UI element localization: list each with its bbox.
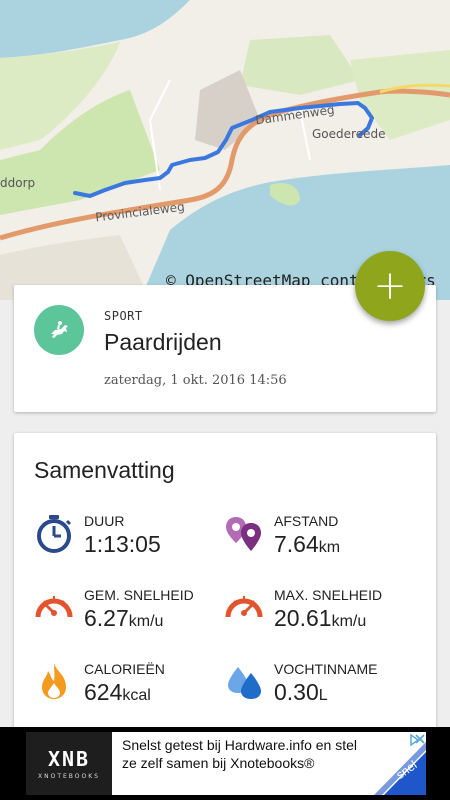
stat-label: DUUR [84,513,125,529]
stat-value: 20.61km/u [274,605,367,631]
sport-date: zaterdag, 1 okt. 2016 14:56 [104,373,287,388]
flame-icon [42,663,66,699]
stat-value: 6.27km/u [84,605,164,631]
plus-icon: + [373,263,407,309]
map-pins-icon [226,517,261,551]
water-drops-icon [228,667,261,699]
stat-value: 624kcal [84,679,151,705]
ad-close-icon[interactable] [414,733,426,745]
stat-value: 7.64km [274,531,341,557]
town-label-ouddorp: ddorp [0,176,36,190]
stat-label: VOCHTINNAME [274,661,378,677]
ad-logo: XNB XNOTEBOOKS [26,732,112,795]
speedometer-max-icon [225,596,263,618]
stopwatch-icon [37,515,72,553]
stat-value: 0.30L [274,679,328,705]
stat-label: MAX. SNELHEID [274,587,383,603]
ad-logo-subtext: XNOTEBOOKS [38,773,100,780]
sport-caption: SPORT [104,309,143,323]
sport-name: Paardrijden [104,329,222,355]
stat-label: GEM. SNELHEID [84,587,194,603]
horse-riding-icon [34,305,84,355]
stat-label: CALORIEËN [84,661,165,677]
ad-logo-text: XNB [47,747,91,771]
summary-title: Samenvatting [34,457,175,483]
stat-label: AFSTAND [274,513,339,529]
speedometer-icon [35,596,73,618]
add-fab-button[interactable]: + [355,251,425,321]
ad-banner[interactable]: XNB XNOTEBOOKS Snelst getest bij Hardwar… [26,732,426,795]
ad-text: Snelst getest bij Hardware.info en stel … [122,737,358,771]
town-label-goedereede: Goedereede [312,127,386,141]
stat-value: 1:13:05 [84,531,161,557]
summary-card: Samenvatting DUUR 1:13:05 AFSTAND 7.64km [14,433,436,733]
